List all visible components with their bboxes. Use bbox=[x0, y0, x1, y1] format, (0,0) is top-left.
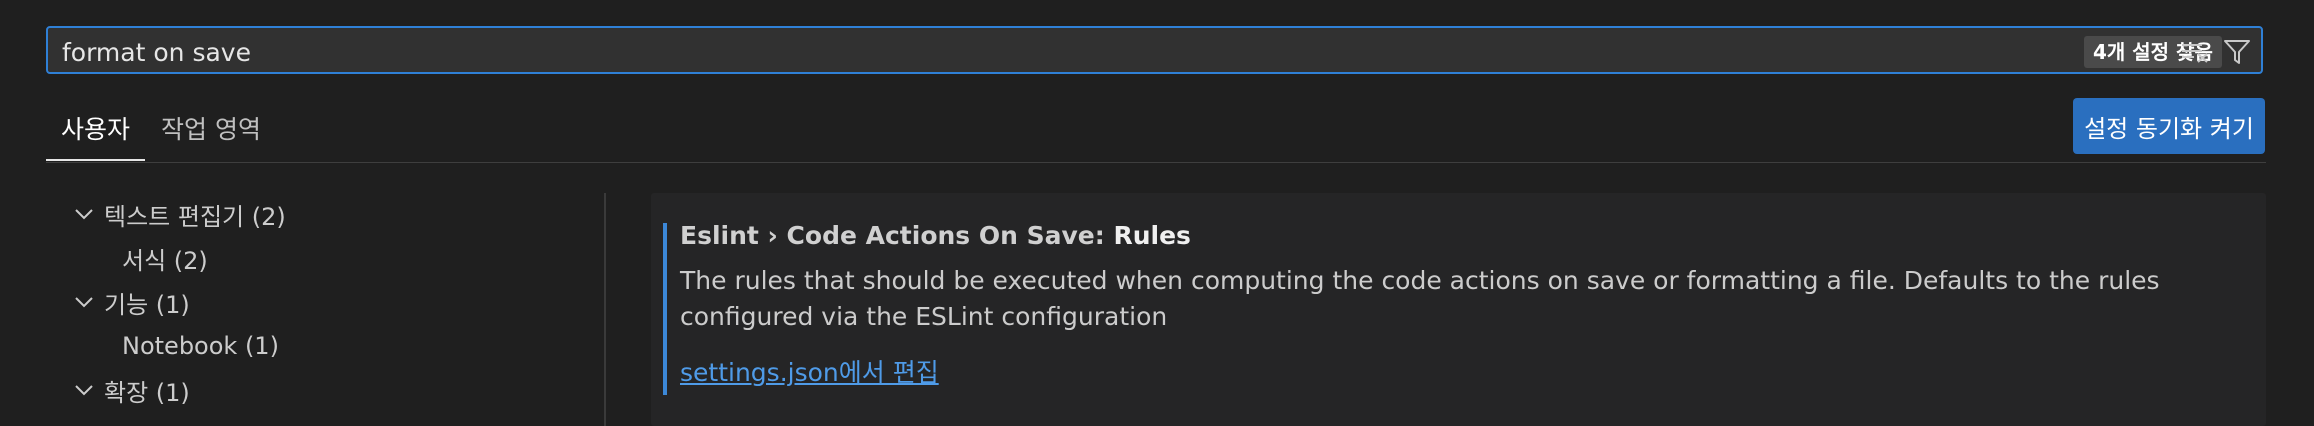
toc-item-text-editor[interactable]: 텍스트 편집기 (2) bbox=[72, 196, 286, 232]
setting-category: Eslint › Code Actions On Save: bbox=[680, 221, 1114, 250]
settings-search-input[interactable] bbox=[60, 32, 2084, 72]
toc-sash[interactable] bbox=[604, 193, 606, 426]
setting-description: The rules that should be executed when c… bbox=[680, 266, 2160, 331]
toc-item-notebook[interactable]: Notebook (1) bbox=[122, 328, 279, 364]
toc-item-label: 기능 (1) bbox=[104, 290, 190, 319]
toc-item-label: Notebook (1) bbox=[122, 332, 279, 360]
active-tab-indicator bbox=[46, 159, 145, 161]
clear-search-icon[interactable] bbox=[2180, 37, 2210, 67]
toc-item-label: 확장 (1) bbox=[104, 378, 190, 407]
modified-indicator bbox=[663, 223, 667, 395]
settings-search-box[interactable]: 4개 설정 찾음 bbox=[46, 26, 2263, 74]
setting-key: Rules bbox=[1113, 221, 1191, 250]
edit-in-settings-json-link[interactable]: settings.json에서 편집 bbox=[680, 353, 939, 389]
chevron-down-icon bbox=[72, 290, 96, 314]
settings-editor: 4개 설정 찾음 사용자 작업 영역 설정 동기화 켜기 텍스트 편집기 ( bbox=[0, 0, 2314, 426]
toc-item-label: 서식 (2) bbox=[122, 246, 208, 275]
filter-icon[interactable] bbox=[2222, 37, 2252, 67]
settings-toc: 텍스트 편집기 (2) 서식 (2) 기능 (1) Notebook (1) 확… bbox=[0, 190, 604, 426]
toc-item-formatting[interactable]: 서식 (2) bbox=[122, 240, 208, 276]
setting-item-eslint-code-actions-rules[interactable]: Eslint › Code Actions On Save: Rules The… bbox=[651, 193, 2266, 426]
tabs-divider bbox=[46, 162, 2266, 163]
chevron-down-icon bbox=[72, 202, 96, 226]
toc-item-features[interactable]: 기능 (1) bbox=[72, 284, 190, 320]
setting-title: Eslint › Code Actions On Save: Rules bbox=[680, 221, 1191, 250]
toc-item-extensions[interactable]: 확장 (1) bbox=[72, 372, 190, 408]
tab-user[interactable]: 사용자 bbox=[61, 110, 130, 146]
chevron-down-icon bbox=[72, 378, 96, 402]
toc-item-label: 텍스트 편집기 (2) bbox=[104, 202, 286, 231]
turn-on-settings-sync-button[interactable]: 설정 동기화 켜기 bbox=[2073, 98, 2265, 154]
tab-workspace[interactable]: 작업 영역 bbox=[161, 110, 261, 146]
